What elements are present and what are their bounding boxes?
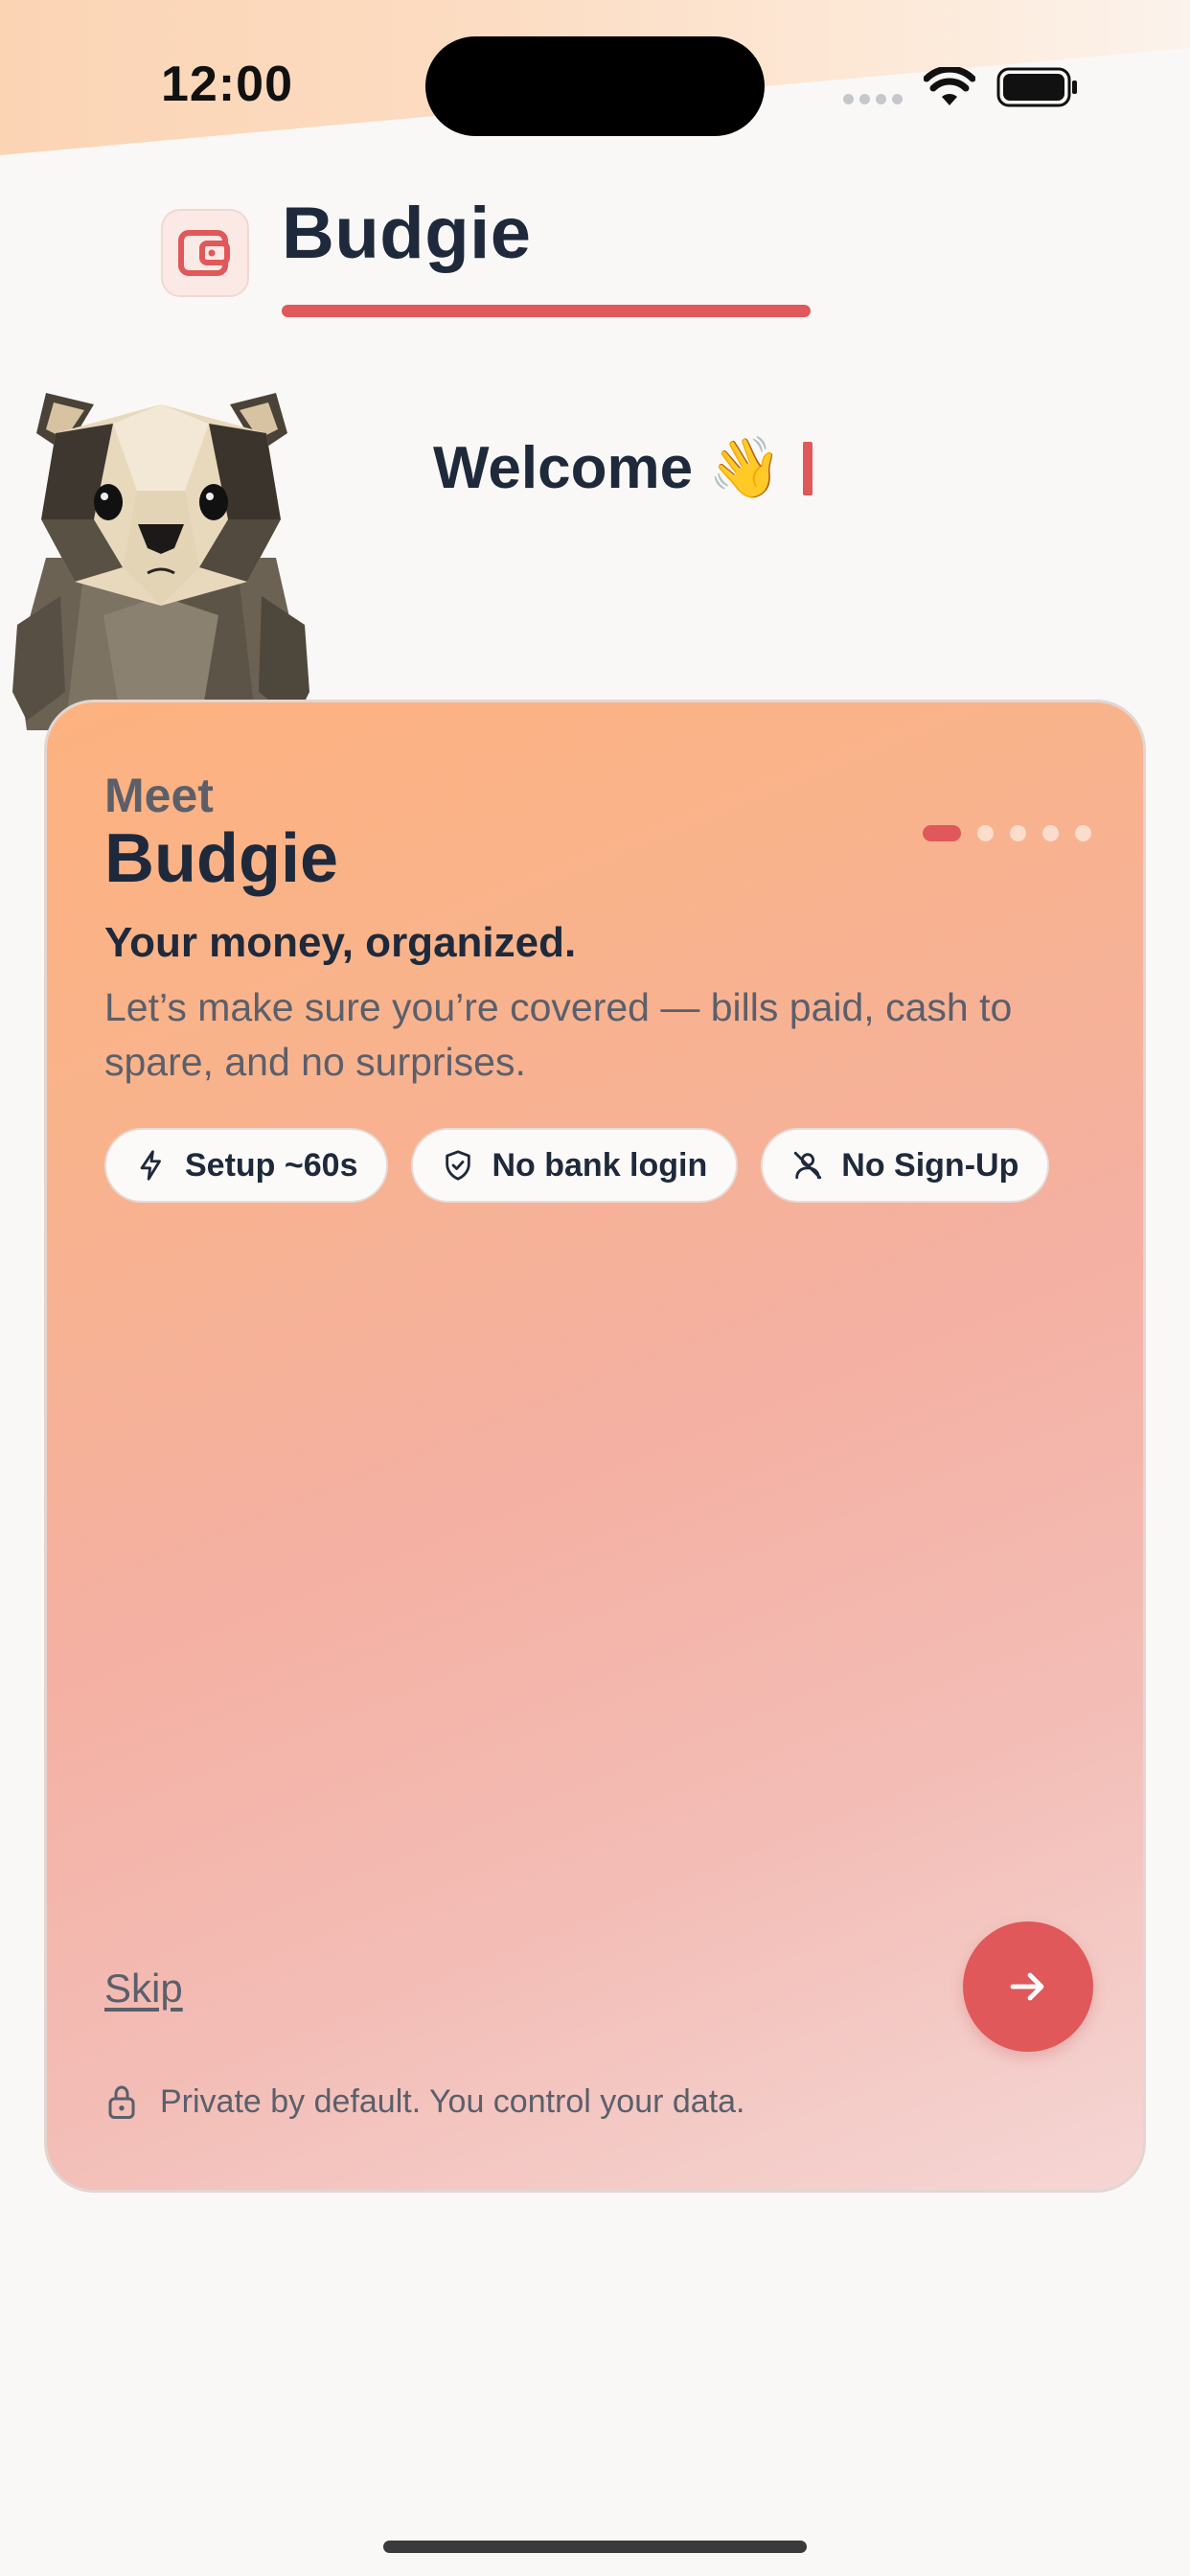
waving-hand-emoji: 👋 — [708, 435, 783, 501]
card-eyebrow: Meet — [104, 769, 214, 822]
page-dot-active[interactable] — [923, 825, 961, 841]
privacy-note: Private by default. You control your dat… — [104, 2082, 745, 2121]
bolt-icon — [140, 1150, 161, 1181]
onboarding-card: Meet Budgie Your money, organized. Let’s… — [44, 700, 1146, 2193]
welcome-text: Welcome — [433, 435, 694, 501]
page-dot[interactable] — [1042, 825, 1059, 841]
next-button[interactable] — [963, 1921, 1093, 2052]
welcome-heading: Welcome 👋 — [433, 433, 813, 503]
page-dot[interactable] — [977, 825, 994, 841]
wifi-icon — [924, 67, 975, 105]
shield-check-icon — [446, 1150, 471, 1181]
chip-no-sign-up: No Sign-Up — [761, 1128, 1050, 1203]
badger-mascot-illustration — [12, 393, 309, 730]
privacy-text: Private by default. You control your dat… — [160, 2082, 745, 2120]
typing-caret — [803, 441, 813, 495]
wallet-icon — [178, 230, 230, 276]
card-description: Let’s make sure you’re covered — bills p… — [104, 985, 1013, 1084]
skip-link[interactable]: Skip — [104, 1966, 183, 2012]
home-indicator[interactable] — [383, 2541, 807, 2553]
page-dot[interactable] — [1075, 825, 1091, 841]
feature-chips: Setup ~60s No bank login No Sign-Up — [104, 1128, 1050, 1203]
lock-icon — [108, 2085, 135, 2119]
arrow-right-icon — [1010, 1972, 1044, 2001]
page-dot[interactable] — [1010, 825, 1026, 841]
page-indicator — [923, 825, 1091, 841]
dynamic-island — [425, 36, 765, 136]
chip-label: No bank login — [492, 1146, 708, 1184]
app-logo — [161, 209, 249, 297]
status-time: 12:00 — [161, 57, 293, 112]
card-title: Budgie — [104, 820, 338, 897]
battery-icon — [996, 67, 1077, 107]
chip-label: No Sign-Up — [841, 1146, 1019, 1184]
user-off-icon — [794, 1151, 822, 1180]
title-underline — [282, 305, 811, 317]
chip-setup-time: Setup ~60s — [104, 1128, 389, 1203]
cellular-signal-icon — [843, 94, 903, 104]
app-title: Budgie — [282, 193, 532, 274]
card-tagline: Your money, organized. — [104, 919, 577, 966]
chip-label: Setup ~60s — [185, 1146, 358, 1184]
chip-no-bank-login: No bank login — [411, 1128, 739, 1203]
